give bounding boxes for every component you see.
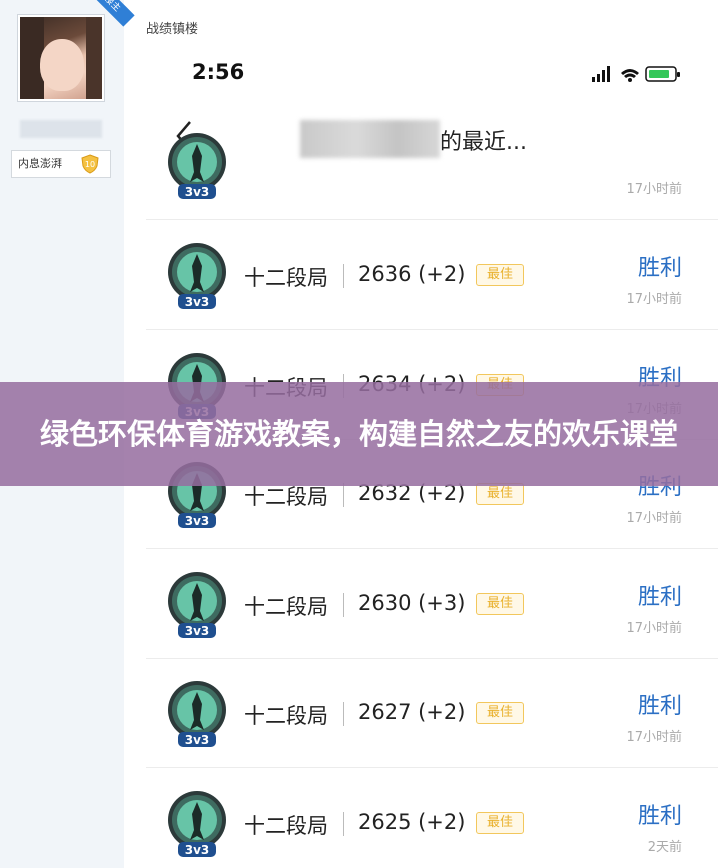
hero-emblem-icon: 3v3 xyxy=(166,571,228,641)
svg-text:3v3: 3v3 xyxy=(185,295,210,309)
list-item[interactable]: 3v3 十二段局 2625 (+2) 最佳 胜利 2天前 xyxy=(124,768,718,868)
match-score: 2625 (+2) xyxy=(358,810,466,834)
medal-level: 10 xyxy=(85,160,95,169)
svg-text:3v3: 3v3 xyxy=(185,624,210,638)
match-result: 胜利 xyxy=(637,584,682,610)
title-banner: 绿色环保体育游戏教案，构建自然之友的欢乐课堂 xyxy=(0,382,718,486)
match-result: 胜利 xyxy=(637,804,682,829)
separator xyxy=(343,702,344,727)
best-tag: 最佳 xyxy=(476,264,524,286)
separator xyxy=(343,592,344,617)
match-score: 2627 (+2) xyxy=(358,700,466,725)
match-time: 17小时前 xyxy=(626,511,682,527)
status-icons xyxy=(592,64,684,84)
match-mode: 十二段局 xyxy=(244,704,328,729)
list-item[interactable]: 3v3 十二段局 2636 (+2) 最佳 胜利 17小时前 xyxy=(124,220,718,330)
match-time: 2天前 xyxy=(647,840,682,855)
match-time: 17小时前 xyxy=(626,182,682,197)
list-item[interactable]: 3v3 十二段局 2627 (+2) 最佳 胜利 17小时前 xyxy=(124,658,718,769)
username-blurred xyxy=(20,120,102,138)
match-result: 胜利 xyxy=(637,694,682,720)
match-mode: 十二段局 xyxy=(244,266,328,290)
hero-emblem-icon: 3v3 xyxy=(166,242,228,312)
best-tag: 最佳 xyxy=(476,483,524,506)
match-time: 17小时前 xyxy=(626,292,682,307)
post-title: 战绩镇楼 xyxy=(146,22,199,37)
hero-emblem-icon: 3v3 xyxy=(166,680,228,750)
svg-text:3v3: 3v3 xyxy=(185,843,210,857)
medal-label: 内息澎湃 xyxy=(18,157,62,170)
signal-icon xyxy=(592,66,610,82)
svg-text:3v3: 3v3 xyxy=(185,733,210,747)
match-mode: 十二段局 xyxy=(244,594,328,619)
svg-text:3v3: 3v3 xyxy=(185,514,210,528)
banner-text: 绿色环保体育游戏教案，构建自然之友的欢乐课堂 xyxy=(39,417,678,451)
list-item[interactable]: 3v3 17小时前 xyxy=(124,110,718,220)
svg-text:3v3: 3v3 xyxy=(185,185,210,199)
wifi-icon xyxy=(621,69,639,82)
list-item[interactable]: 3v3 十二段局 2630 (+3) 最佳 胜利 17小时前 xyxy=(124,549,718,659)
best-tag: 最佳 xyxy=(476,702,524,725)
match-result: 胜利 xyxy=(637,256,682,281)
match-score: 2630 (+3) xyxy=(358,590,466,615)
match-mode: 十二段局 xyxy=(244,814,328,838)
hero-emblem-icon: 3v3 xyxy=(166,132,228,202)
hero-emblem-icon: 3v3 xyxy=(166,790,228,860)
avatar-photo xyxy=(20,17,102,99)
shield-icon: 10 xyxy=(80,154,100,174)
status-time: 2:56 xyxy=(192,60,245,84)
match-score: 2636 (+2) xyxy=(358,262,466,286)
medal-badge[interactable]: 内息澎湃 10 xyxy=(11,150,111,178)
match-time: 17小时前 xyxy=(626,620,682,636)
separator xyxy=(343,264,344,288)
avatar[interactable] xyxy=(17,14,105,102)
match-time: 17小时前 xyxy=(626,730,682,746)
battery-icon xyxy=(645,66,680,82)
best-tag: 最佳 xyxy=(476,812,524,834)
separator xyxy=(343,812,344,836)
best-tag: 最佳 xyxy=(476,592,524,615)
separator xyxy=(343,483,344,508)
